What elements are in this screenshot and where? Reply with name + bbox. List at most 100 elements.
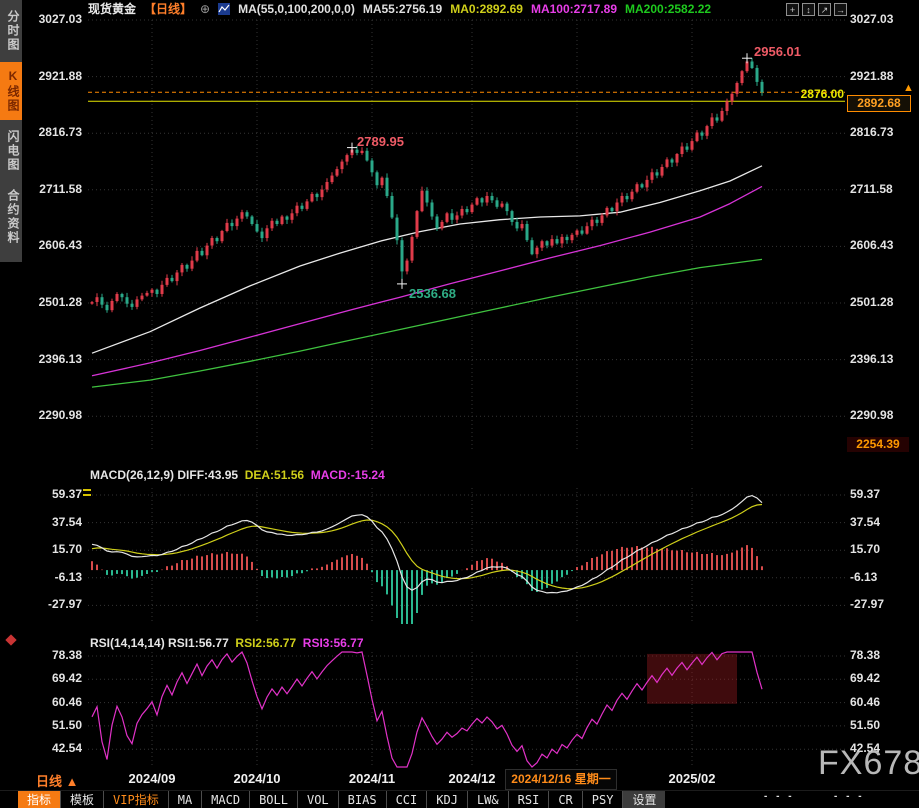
macd-axis-label-right: -6.13	[850, 570, 877, 584]
toolbar-item-MA[interactable]: MA	[168, 791, 201, 808]
ma0-value: MA0:2892.69	[450, 2, 523, 16]
macd-axis-label-left: 59.37	[26, 487, 82, 501]
sidebar-tab-分时图[interactable]: 分时图	[0, 3, 22, 59]
pane-resize-handle[interactable]	[83, 489, 91, 496]
macd-dea-label: DEA:51.56	[245, 468, 304, 482]
price-axis-label-right: 2396.13	[850, 352, 893, 366]
ma55-value: MA55:2756.19	[363, 2, 442, 16]
macd-diff-label: MACD(26,12,9) DIFF:43.95	[90, 468, 238, 482]
price-axis-label-left: 2396.13	[26, 352, 82, 366]
macd-axis-label-left: -6.13	[26, 570, 82, 584]
rsi-pane-icon[interactable]	[5, 634, 16, 645]
macd-axis-label-left: 37.54	[26, 515, 82, 529]
rsi-axis-label-right: 69.42	[850, 671, 880, 685]
rsi2-label: RSI2:56.77	[235, 636, 296, 650]
rsi-header[interactable]: RSI(14,14,14) RSI1:56.77 RSI2:56.77 RSI3…	[90, 636, 364, 650]
toolbar-item-MACD[interactable]: MACD	[201, 791, 249, 808]
rsi-axis-label-right: 60.46	[850, 695, 880, 709]
date-crosshair-tooltip: 2024/12/16 星期一	[505, 769, 617, 790]
macd-macd-label: MACD:-15.24	[311, 468, 385, 482]
add-overlay-icon[interactable]: ⊕	[200, 2, 210, 16]
toolbar-item-CCI[interactable]: CCI	[386, 791, 427, 808]
rsi1-label: RSI(14,14,14) RSI1:56.77	[90, 636, 229, 650]
rsi-axis-label-left: 51.50	[26, 718, 82, 732]
current-price-badge: 2892.68	[847, 95, 911, 112]
price-axis-label-left: 2711.58	[26, 182, 82, 196]
price-axis-label-right: 3027.03	[850, 12, 893, 26]
timeframe-selector[interactable]: 日线 ▲	[36, 771, 78, 790]
logo-dashes-left: - - -	[764, 791, 795, 802]
toolbar-item-CR[interactable]: CR	[548, 791, 581, 808]
price-pane[interactable]	[88, 17, 845, 453]
price-axis-label-right: 2501.28	[850, 295, 893, 309]
price-axis-label-left: 2290.98	[26, 408, 82, 422]
date-axis-label: 2024/12	[449, 771, 496, 786]
macd-axis-label-right: 37.54	[850, 515, 880, 529]
toolbar-item-LW&[interactable]: LW&	[467, 791, 508, 808]
date-axis-label: 2024/10	[234, 771, 281, 786]
price-axis-label-right: 2816.73	[850, 125, 893, 139]
price-axis-label-right: 2711.58	[850, 182, 893, 196]
macd-axis-label-left: 15.70	[26, 542, 82, 556]
price-annotation-high: 2956.01	[754, 44, 801, 59]
chart-header: 现货黄金 【日线】 ⊕ MA(55,0,100,200,0,0) MA55:27…	[88, 1, 711, 16]
price-axis-label-left: 3027.03	[26, 12, 82, 26]
price-annotation-low: 2536.68	[409, 286, 456, 301]
sidebar-tab-合约资料[interactable]: 合约资料	[0, 182, 22, 252]
alert-price-label[interactable]: 2876.00	[760, 87, 844, 101]
rsi-axis-label-right: 78.38	[850, 648, 880, 662]
sidebar-tab-K线图[interactable]: K线图	[0, 62, 22, 120]
fit-vertical-icon[interactable]: ↕	[802, 3, 815, 16]
toolbar-item-模板[interactable]: 模板	[60, 791, 103, 808]
left-tab-strip: 分时图 K线图闪电图合约资料	[0, 0, 22, 262]
price-axis-label-right: 2290.98	[850, 408, 893, 422]
macd-axis-label-right: 59.37	[850, 487, 880, 501]
ma200-value: MA200:2582.22	[625, 2, 711, 16]
macd-header[interactable]: MACD(26,12,9) DIFF:43.95 DEA:51.56 MACD:…	[90, 468, 385, 482]
ma100-value: MA100:2717.89	[531, 2, 617, 16]
rsi-axis-label-left: 78.38	[26, 648, 82, 662]
chart-app: 分时图 K线图闪电图合约资料 现货黄金 【日线】 ⊕ MA(55,0,100,20…	[0, 0, 919, 808]
period-label[interactable]: 【日线】	[144, 0, 192, 17]
ma-settings[interactable]: MA(55,0,100,200,0,0)	[238, 2, 355, 16]
chart-tool-icons: +↕↗→	[786, 3, 847, 16]
rsi-axis-label-right: 51.50	[850, 718, 880, 732]
macd-axis-label-right: -27.97	[850, 597, 884, 611]
chart-style-icon[interactable]	[218, 3, 230, 15]
logo-dashes-right: - - -	[834, 791, 865, 802]
scroll-latest-icon[interactable]: ▲	[903, 82, 914, 94]
price-axis-label-left: 2606.43	[26, 238, 82, 252]
rsi-pane[interactable]	[88, 650, 845, 769]
toolbar-item-BIAS[interactable]: BIAS	[338, 791, 386, 808]
watermark-logo: FX678	[818, 744, 919, 783]
macd-pane[interactable]	[88, 486, 845, 626]
rsi3-label: RSI3:56.77	[303, 636, 364, 650]
price-annotation-high: 2789.95	[357, 134, 404, 149]
toolbar-item-PSY[interactable]: PSY	[582, 791, 623, 808]
low-price-badge: 2254.39	[847, 437, 909, 452]
rsi-axis-label-left: 69.42	[26, 671, 82, 685]
symbol-name: 现货黄金	[88, 0, 136, 17]
price-axis-label-left: 2816.73	[26, 125, 82, 139]
pan-tool-icon[interactable]: +	[786, 3, 799, 16]
toolbar-item-指标[interactable]: 指标	[18, 791, 60, 808]
date-axis-label: 2025/02	[669, 771, 716, 786]
fit-chart-icon[interactable]: ↗	[818, 3, 831, 16]
macd-axis-label-left: -27.97	[26, 597, 82, 611]
toolbar-item-RSI[interactable]: RSI	[508, 791, 549, 808]
goto-latest-icon[interactable]: →	[834, 3, 847, 16]
price-axis-label-left: 2921.88	[26, 69, 82, 83]
price-axis-label-right: 2921.88	[850, 69, 893, 83]
toolbar-item-VOL[interactable]: VOL	[297, 791, 338, 808]
price-axis-label-left: 2501.28	[26, 295, 82, 309]
toolbar-item-设置[interactable]: 设置	[622, 791, 665, 808]
rsi-axis-label-left: 60.46	[26, 695, 82, 709]
macd-axis-label-right: 15.70	[850, 542, 880, 556]
rsi-axis-label-left: 42.54	[26, 741, 82, 755]
toolbar-item-BOLL[interactable]: BOLL	[249, 791, 297, 808]
toolbar-item-VIP指标[interactable]: VIP指标	[103, 791, 168, 808]
date-axis-label: 2024/11	[349, 771, 395, 786]
toolbar-item-KDJ[interactable]: KDJ	[426, 791, 467, 808]
price-axis-label-right: 2606.43	[850, 238, 893, 252]
sidebar-tab-闪电图[interactable]: 闪电图	[0, 123, 22, 179]
